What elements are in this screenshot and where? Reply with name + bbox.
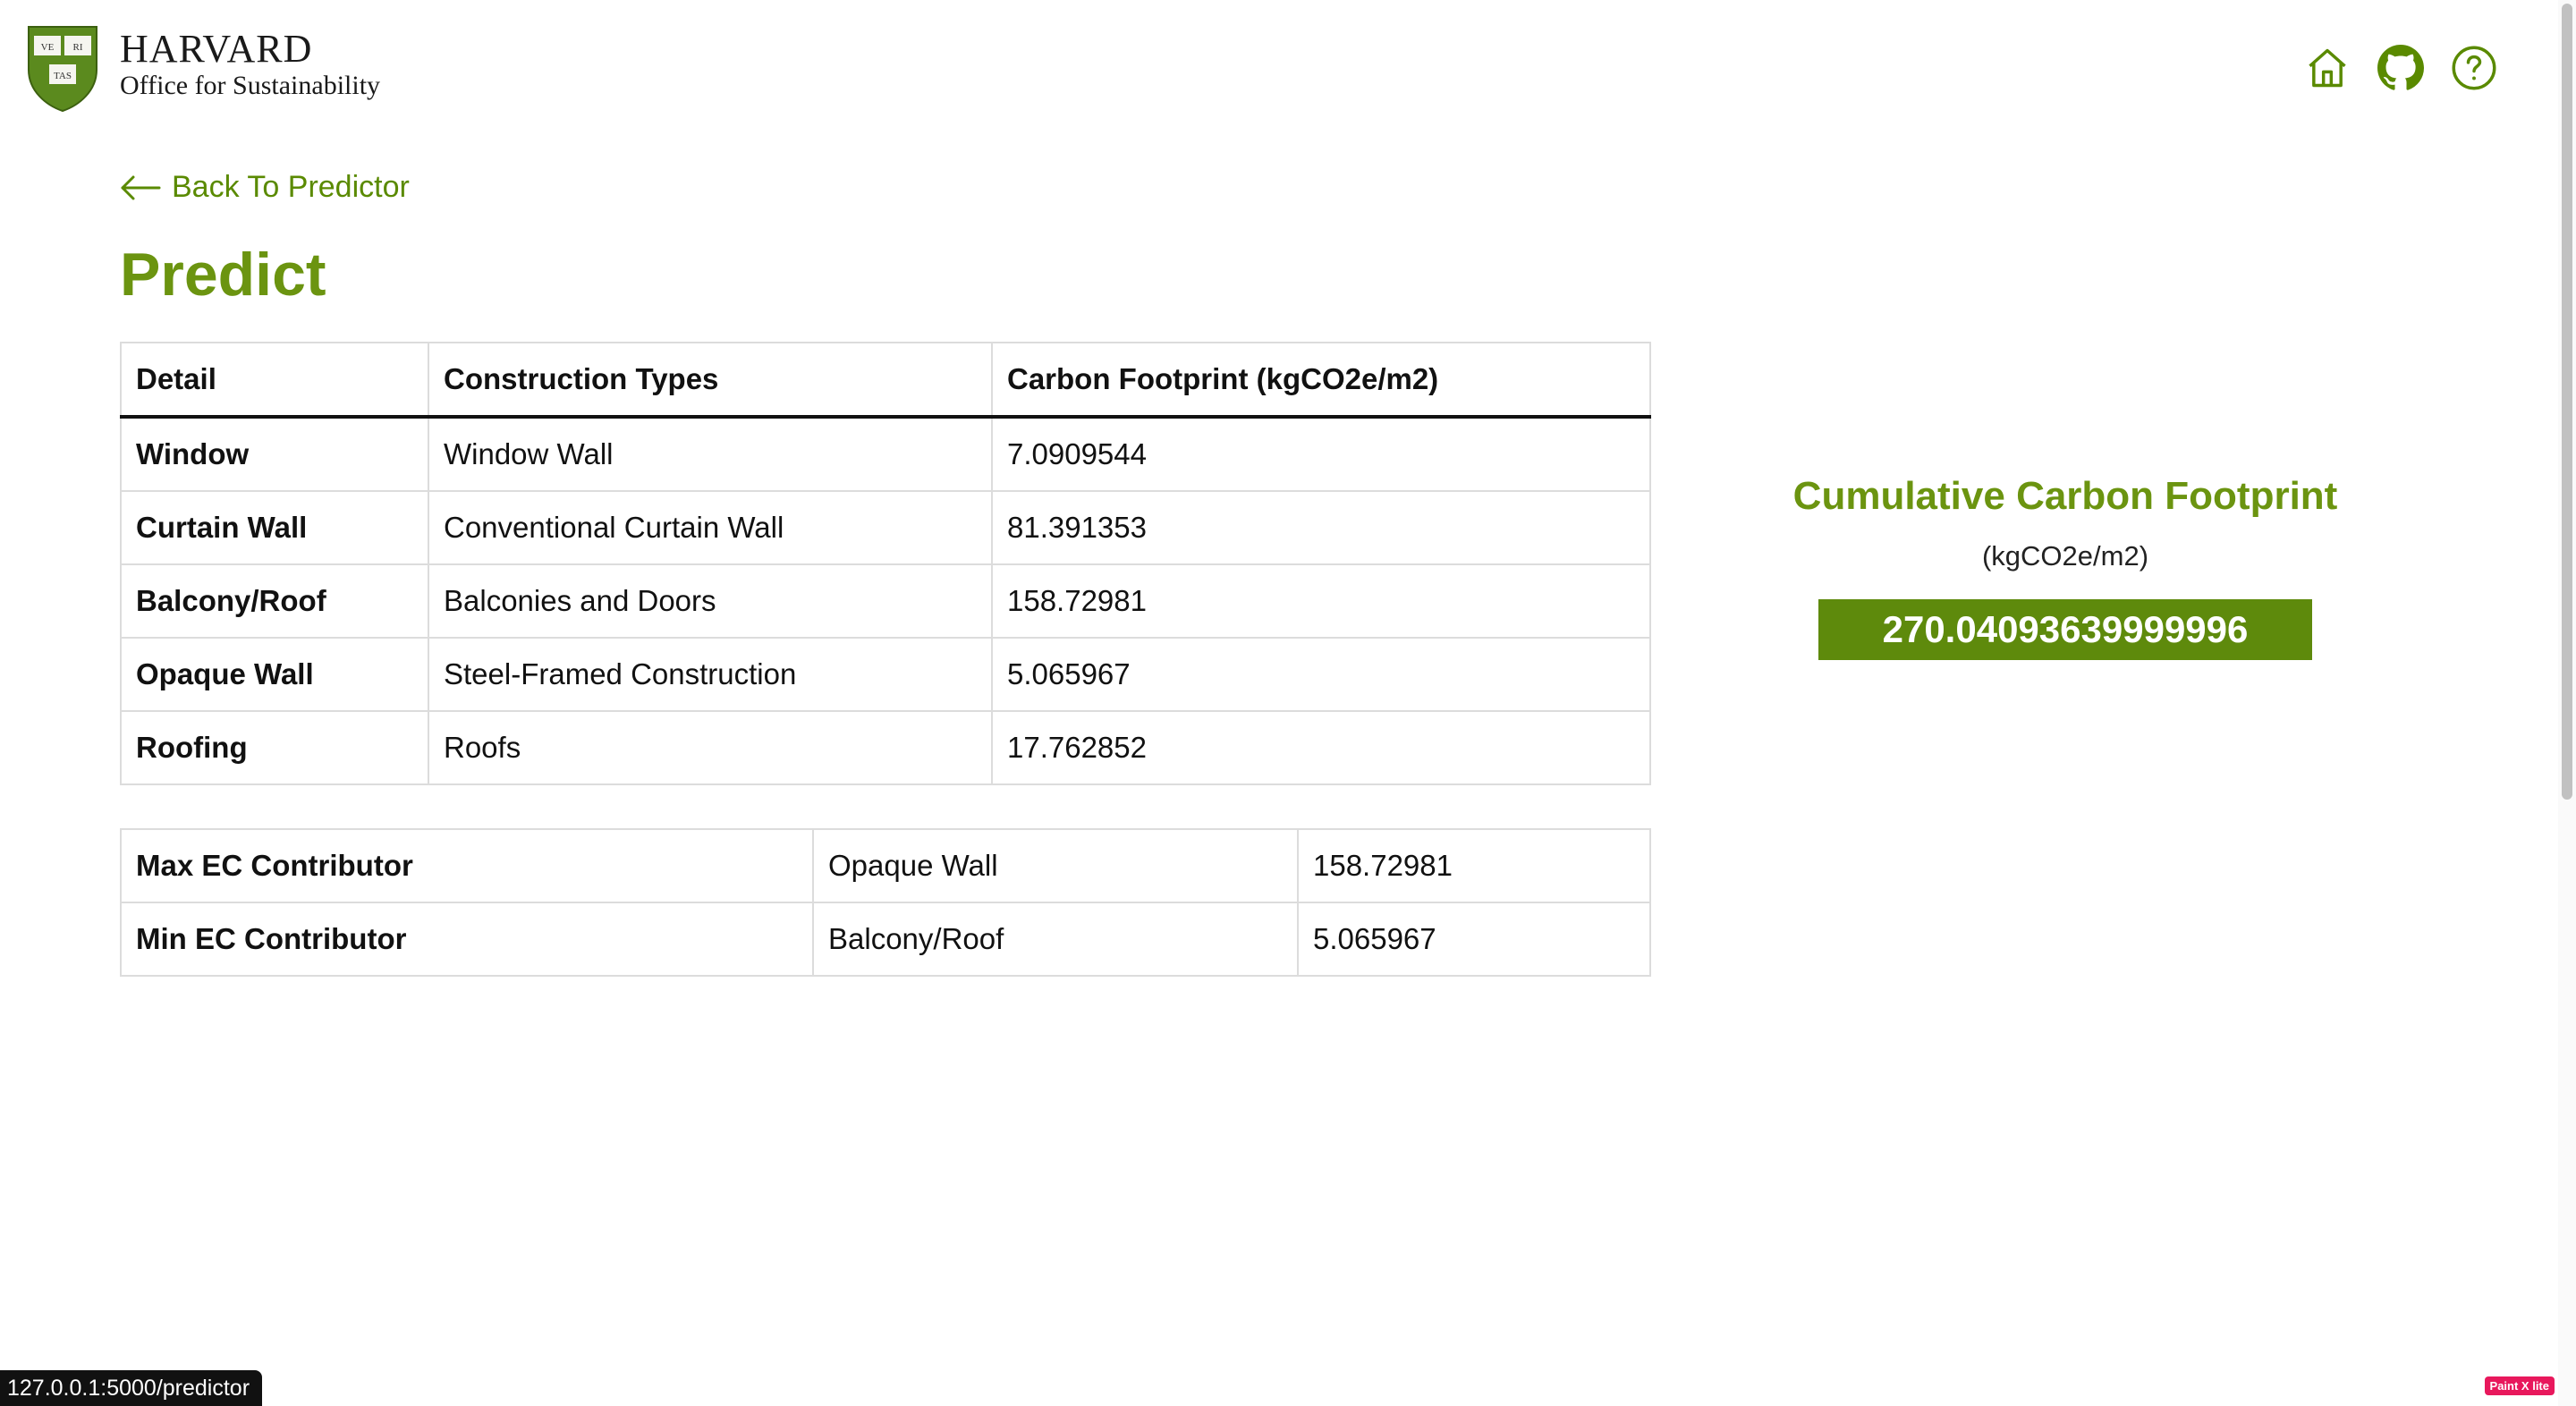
shield-letters-1: VE — [41, 42, 55, 53]
header-actions — [2304, 45, 2497, 91]
github-icon[interactable] — [2377, 45, 2424, 91]
shield-letters-2: RI — [73, 42, 83, 53]
table-row: Curtain Wall Conventional Curtain Wall 8… — [120, 490, 1651, 565]
contributor-name-cell: Balcony/Roof — [812, 902, 1299, 977]
harvard-shield-icon: VE RI TAS — [28, 26, 97, 113]
construction-type-cell: Roofs — [428, 710, 993, 785]
detail-cell: Balcony/Roof — [120, 563, 429, 639]
contributor-name-cell: Opaque Wall — [812, 828, 1299, 903]
brand-name: HARVARD — [120, 27, 313, 71]
contributor-value-cell: 158.72981 — [1297, 828, 1651, 903]
cumulative-title: Cumulative Carbon Footprint — [1792, 474, 2338, 518]
arrow-left-icon — [121, 175, 161, 199]
carbon-footprint-cell: 158.72981 — [991, 563, 1651, 639]
help-icon[interactable] — [2451, 45, 2497, 91]
table-header-row: Detail Construction Types Carbon Footpri… — [120, 342, 1651, 419]
carbon-footprint-cell: 17.762852 — [991, 710, 1651, 785]
table-row: Window Window Wall 7.0909544 — [120, 416, 1651, 492]
detail-cell: Curtain Wall — [120, 490, 429, 565]
contributor-value-cell: 5.065967 — [1297, 902, 1651, 977]
brand-text: HARVARD Office for Sustainability — [120, 29, 380, 102]
detail-cell: Opaque Wall — [120, 637, 429, 712]
back-to-predictor-link[interactable]: Back To Predictor — [120, 170, 410, 205]
site-header: VE RI TAS HARVARD Office for Sustainabil… — [0, 0, 2576, 125]
column-header: Carbon Footprint (kgCO2e/m2) — [991, 342, 1651, 419]
status-bar-url: 127.0.0.1:5000/predictor — [0, 1370, 263, 1406]
carbon-footprint-cell: 5.065967 — [991, 637, 1651, 712]
construction-type-cell: Window Wall — [428, 416, 993, 492]
table-row: Max EC Contributor Opaque Wall 158.72981 — [120, 828, 1651, 903]
construction-type-cell: Conventional Curtain Wall — [428, 490, 993, 565]
harvard-logo[interactable]: VE RI TAS HARVARD Office for Sustainabil… — [25, 23, 380, 113]
vertical-scrollbar[interactable] — [2558, 0, 2576, 1406]
page-title: Predict — [120, 241, 326, 309]
detail-cell: Roofing — [120, 710, 429, 785]
home-icon[interactable] — [2304, 45, 2351, 91]
construction-type-cell: Balconies and Doors — [428, 563, 993, 639]
shield-letters-3: TAS — [54, 71, 72, 81]
cumulative-value: 270.04093639999996 — [1818, 599, 2312, 660]
contributor-label-cell: Max EC Contributor — [120, 828, 814, 903]
brand-subtitle: Office for Sustainability — [120, 71, 381, 100]
contributor-table: Max EC Contributor Opaque Wall 158.72981… — [120, 828, 1651, 977]
column-header: Construction Types — [428, 342, 993, 419]
cumulative-unit: (kgCO2e/m2) — [1981, 540, 2149, 572]
detail-table: Detail Construction Types Carbon Footpri… — [120, 342, 1651, 785]
table-row: Roofing Roofs 17.762852 — [120, 710, 1651, 785]
carbon-footprint-cell: 7.0909544 — [991, 416, 1651, 492]
construction-type-cell: Steel-Framed Construction — [428, 637, 993, 712]
contributor-label-cell: Min EC Contributor — [120, 902, 814, 977]
carbon-footprint-cell: 81.391353 — [991, 490, 1651, 565]
table-row: Balcony/Roof Balconies and Doors 158.729… — [120, 563, 1651, 639]
back-link-label: Back To Predictor — [172, 170, 410, 204]
scrollbar-thumb[interactable] — [2562, 4, 2572, 800]
table-row: Opaque Wall Steel-Framed Construction 5.… — [120, 637, 1651, 712]
table-row: Min EC Contributor Balcony/Roof 5.065967 — [120, 902, 1651, 977]
cumulative-carbon-panel: Cumulative Carbon Footprint (kgCO2e/m2) … — [1784, 474, 2347, 660]
column-header: Detail — [120, 342, 429, 419]
paint-x-lite-badge[interactable]: Paint X lite — [2484, 1376, 2555, 1395]
detail-cell: Window — [120, 416, 429, 492]
